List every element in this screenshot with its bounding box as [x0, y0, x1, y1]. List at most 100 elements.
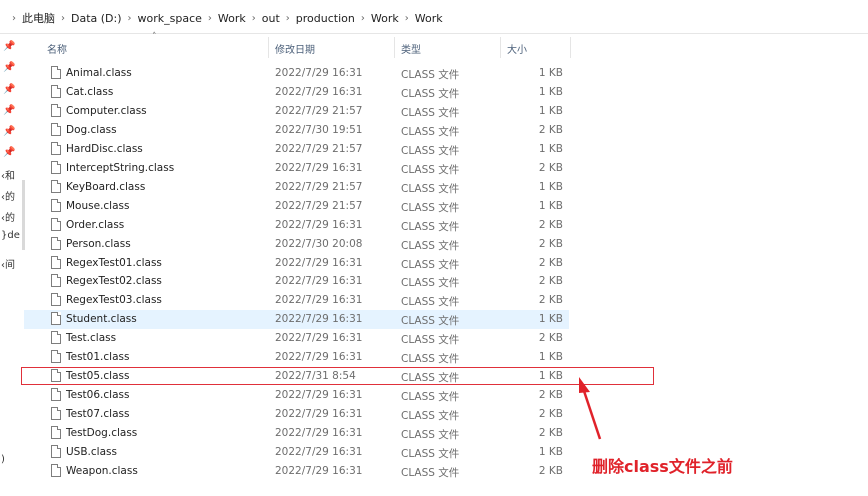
breadcrumb-item[interactable]: Data (D:): [71, 12, 122, 25]
breadcrumb-item[interactable]: Work: [415, 12, 443, 25]
file-size: 2 KB: [538, 237, 563, 250]
file-row[interactable]: USB.class 2022/7/29 16:31 CLASS 文件 1 KB: [24, 443, 569, 462]
file-icon: [51, 407, 61, 421]
file-row[interactable]: Dog.class 2022/7/30 19:51 CLASS 文件 2 KB: [24, 121, 569, 140]
column-header-type[interactable]: 类型: [401, 41, 421, 56]
column-header-name[interactable]: 名称: [47, 41, 67, 56]
file-icon: [51, 445, 61, 458]
file-row[interactable]: InterceptString.class 2022/7/29 16:31 CLAS…: [24, 159, 569, 178]
file-row[interactable]: Student.class 2022/7/29 16:31 CLASS 文件 1 KB: [24, 310, 569, 330]
file-size: 2 KB: [538, 464, 563, 477]
breadcrumb-item[interactable]: 此电脑: [22, 10, 55, 26]
file-icon: [51, 103, 61, 117]
file-icon: [51, 331, 61, 345]
file-row[interactable]: KeyBoard.class 2022/7/29 21:57 CLASS 文件 1 K…: [24, 178, 569, 197]
chevron-right-icon: ›: [360, 12, 365, 24]
annotation-text: 删除class文件之前: [592, 457, 733, 476]
pin-icon[interactable]: 📌: [3, 41, 15, 52]
chevron-right-icon: ›: [404, 12, 409, 24]
nav-item-label[interactable]: ‹间: [1, 256, 21, 271]
file-row[interactable]: Cat.class 2022/7/29 16:31 CLASS 文件 1 KB: [24, 83, 569, 102]
pin-icon[interactable]: 📌: [3, 147, 15, 158]
column-divider[interactable]: [570, 37, 571, 58]
breadcrumb-item[interactable]: work_space: [138, 12, 202, 25]
file-modified-date: 2022/7/29 16:31: [275, 67, 363, 79]
file-type: CLASS 文件: [401, 315, 460, 328]
file-modified-date: 2022/7/29 16:31: [275, 275, 363, 288]
breadcrumb-item[interactable]: production: [296, 12, 355, 25]
pin-icon[interactable]: 📌: [3, 126, 15, 137]
pin-icon[interactable]: 📌: [3, 84, 15, 95]
file-size: 2 KB: [538, 218, 563, 231]
file-row[interactable]: Computer.class 2022/7/29 21:57 CLASS 文件 1 K…: [24, 102, 569, 121]
file-name: KeyBoard.class: [66, 180, 146, 193]
file-name: RegexTest02.class: [66, 275, 162, 288]
column-divider[interactable]: [500, 37, 501, 58]
nav-item-label[interactable]: }de: [1, 230, 21, 241]
file-type: CLASS 文件: [401, 353, 460, 366]
pin-icon[interactable]: 📌: [3, 105, 15, 116]
file-type: CLASS 文件: [401, 277, 460, 290]
breadcrumb-item[interactable]: Work: [218, 12, 246, 25]
file-type: CLASS 文件: [401, 220, 460, 233]
file-modified-date: 2022/7/29 16:31: [275, 218, 363, 231]
file-modified-date: 2022/7/30 20:08: [275, 237, 363, 250]
nav-item-label[interactable]: ‹和: [1, 167, 21, 182]
file-row[interactable]: HardDisc.class 2022/7/29 21:57 CLASS 文件 1 K…: [24, 140, 569, 159]
file-modified-date: 2022/7/29 21:57: [275, 104, 363, 117]
file-name: Test.class: [66, 332, 117, 345]
sort-ascending-icon: ˄: [152, 32, 157, 42]
file-row[interactable]: Animal.class 2022/7/29 16:31 CLASS 文件 1 KB: [24, 64, 569, 83]
file-size: 2 KB: [538, 427, 563, 440]
file-modified-date: 2022/7/29 16:31: [275, 313, 363, 326]
file-modified-date: 2022/7/29 16:31: [275, 332, 363, 345]
file-type: CLASS 文件: [401, 182, 460, 195]
chevron-right-icon: ›: [127, 12, 132, 24]
nav-item-label[interactable]: ‹的: [1, 209, 21, 224]
file-modified-date: 2022/7/29 16:31: [275, 161, 363, 174]
file-size: 1 KB: [538, 446, 563, 458]
file-icon: [51, 274, 61, 288]
nav-item-label[interactable]: ‹的: [1, 188, 21, 203]
file-row[interactable]: Order.class 2022/7/29 16:31 CLASS 文件 2 KB: [24, 216, 569, 235]
column-header-size[interactable]: 大小: [507, 41, 527, 56]
file-row[interactable]: Test01.class 2022/7/29 16:31 CLASS 文件 1 KB: [24, 348, 569, 367]
file-row[interactable]: Mouse.class 2022/7/29 21:57 CLASS 文件 1 KB: [24, 197, 569, 216]
file-modified-date: 2022/7/29 16:31: [275, 464, 363, 477]
address-bar[interactable]: › 此电脑 › Data (D:) › work_space › Work › …: [0, 0, 868, 34]
file-row[interactable]: RegexTest01.class 2022/7/29 16:31 CLASS 文件…: [24, 254, 569, 273]
file-type: CLASS 文件: [401, 258, 460, 271]
file-name: InterceptString.class: [66, 161, 175, 174]
file-size: 1 KB: [538, 351, 563, 364]
file-name: Animal.class: [66, 67, 132, 79]
pin-icon[interactable]: 📌: [3, 62, 15, 73]
nav-item-label[interactable]: ): [1, 454, 21, 465]
column-divider[interactable]: [268, 37, 269, 58]
file-row[interactable]: TestDog.class 2022/7/29 16:31 CLASS 文件 2 KB: [24, 424, 569, 443]
chevron-right-icon: ›: [207, 12, 212, 24]
file-row[interactable]: Test07.class 2022/7/29 16:31 CLASS 文件 2 KB: [24, 405, 569, 424]
file-icon: [51, 312, 61, 326]
file-type: CLASS 文件: [401, 410, 460, 423]
file-row[interactable]: Weapon.class 2022/7/29 16:31 CLASS 文件 2 KB: [24, 462, 569, 481]
file-name: Student.class: [66, 313, 137, 326]
file-type: CLASS 文件: [401, 144, 460, 157]
breadcrumb-item[interactable]: Work: [371, 12, 399, 25]
file-name: Weapon.class: [66, 464, 138, 477]
file-size: 1 KB: [538, 199, 563, 212]
column-divider[interactable]: [394, 37, 395, 58]
file-modified-date: 2022/7/29 16:31: [275, 256, 363, 269]
breadcrumb-item[interactable]: out: [262, 12, 280, 25]
file-row[interactable]: RegexTest02.class 2022/7/29 16:31 CLASS 文件…: [24, 272, 569, 291]
file-row[interactable]: RegexTest03.class 2022/7/29 16:31 CLASS 文件…: [24, 291, 569, 310]
file-row[interactable]: Test.class 2022/7/29 16:31 CLASS 文件 2 KB: [24, 329, 569, 348]
file-type: CLASS 文件: [401, 429, 460, 442]
column-header-row: ˄ 名称 修改日期 类型 大小: [24, 32, 624, 60]
file-name: Test06.class: [66, 389, 130, 402]
file-name: Order.class: [66, 218, 125, 231]
file-row[interactable]: Person.class 2022/7/30 20:08 CLASS 文件 2 KB: [24, 235, 569, 254]
file-icon: [51, 198, 61, 212]
file-name: TestDog.class: [66, 427, 138, 440]
column-header-date[interactable]: 修改日期: [275, 41, 315, 56]
file-row[interactable]: Test06.class 2022/7/29 16:31 CLASS 文件 2 KB: [24, 386, 569, 405]
